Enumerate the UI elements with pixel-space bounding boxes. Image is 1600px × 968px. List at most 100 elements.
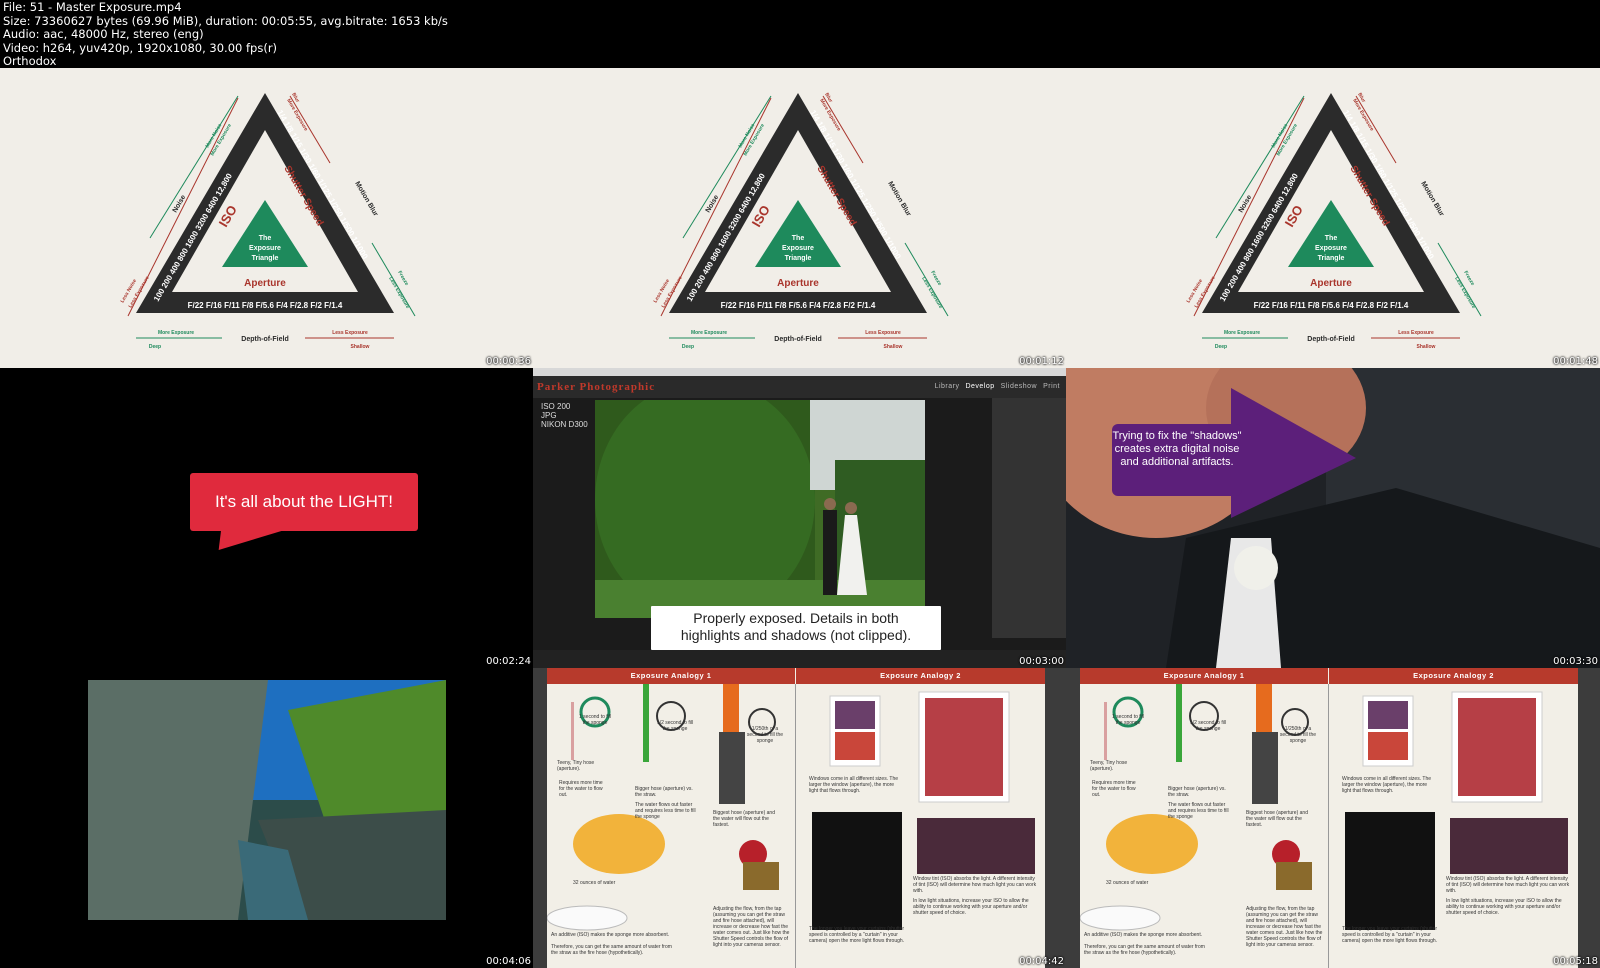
lightroom-identity-plate: Parker Photographic bbox=[537, 381, 656, 393]
analogy-text-16: The longer you leave your curtains (shut… bbox=[809, 926, 905, 944]
lightroom-module-picker: Library Develop Slideshow Print bbox=[929, 383, 1060, 390]
timestamp: 00:02:24 bbox=[486, 656, 531, 667]
thumbnail-exposure-triangle-1[interactable]: The Exposure Triangle 100 200 400 800 16… bbox=[0, 68, 533, 368]
timestamp: 00:05:18 bbox=[1553, 956, 1598, 967]
center-line-2: Exposure bbox=[782, 245, 814, 252]
aperture-label: Aperture bbox=[777, 278, 819, 289]
exposure-triangle-diagram: The Exposure Triangle 100 200 400 800 16… bbox=[0, 68, 533, 368]
analogy-page: Exposure Analogy 1 Exposure Analogy 2 1 … bbox=[547, 668, 1045, 968]
caption-line-2: highlights and shadows (not clipped). bbox=[680, 627, 912, 643]
analogy-1-heading: Exposure Analogy 1 bbox=[547, 668, 795, 684]
module-develop[interactable]: Develop bbox=[965, 383, 994, 390]
purple-callout: Trying to fix the "shadows" creates extr… bbox=[1112, 424, 1242, 496]
analogy-text-10: Adjusting the flow, from the tap (assumi… bbox=[1246, 906, 1323, 948]
audio-line: Audio: aac, 48000 Hz, stereo (eng) bbox=[3, 27, 204, 42]
module-print[interactable]: Print bbox=[1043, 383, 1060, 390]
more-exposure-bottom: More Exposure bbox=[1224, 330, 1260, 336]
depth-of-field-label: Depth-of-Field bbox=[774, 336, 821, 343]
thumbnail-exposure-triangle-3[interactable]: The Exposure Triangle 100 200 400 800 16… bbox=[1066, 68, 1600, 368]
analogy-text-2: 1/2 second to fill the sponge bbox=[1189, 720, 1227, 732]
analogy-text-7: The water flows out faster and requires … bbox=[635, 802, 696, 820]
analogy-illustrations bbox=[547, 684, 1035, 931]
speech-bubble: It's all about the LIGHT! bbox=[190, 473, 418, 531]
analogy-text-11: An additive (ISO) makes the sponge more … bbox=[1084, 932, 1203, 938]
analogy-text-12: Therefore, you can get the same amount o… bbox=[551, 944, 672, 956]
more-exposure-bottom: More Exposure bbox=[158, 330, 194, 336]
analogy-text-15: In low light situations, increase your I… bbox=[913, 898, 1029, 916]
timestamp: 00:03:30 bbox=[1553, 656, 1598, 667]
module-library[interactable]: Library bbox=[935, 383, 960, 390]
thumbnail-wedding-kiss[interactable]: Trying to fix the "shadows" creates extr… bbox=[1066, 368, 1600, 668]
timestamp: 00:01:48 bbox=[1553, 356, 1598, 367]
timestamp: 00:01:12 bbox=[1019, 356, 1064, 367]
analogy-text-5: Requires more time for the water to flow… bbox=[559, 780, 603, 798]
analogy-text-5: Requires more time for the water to flow… bbox=[1092, 780, 1136, 798]
aperture-label: Aperture bbox=[1310, 278, 1352, 289]
center-line-3: Triangle bbox=[785, 255, 812, 262]
wedding-photo bbox=[595, 400, 925, 618]
analogy-text-7: The water flows out faster and requires … bbox=[1168, 802, 1229, 820]
analogy-text-14: Window tint (ISO) absorbs the light. A d… bbox=[1446, 876, 1570, 894]
center-line-3: Triangle bbox=[1318, 255, 1345, 262]
exposure-triangle-diagram: The Exposure Triangle 100 200 400 800 16… bbox=[533, 68, 1066, 368]
analogy-2-heading: Exposure Analogy 2 bbox=[796, 668, 1045, 684]
analogy-text-13: Windows come in all different sizes. The… bbox=[809, 776, 899, 794]
aperture-label: Aperture bbox=[244, 278, 286, 289]
bubble-tail bbox=[208, 528, 292, 550]
analogy-text-6: Bigger hose (aperture) vs. the straw. bbox=[1168, 786, 1226, 798]
analogy-text-14: Window tint (ISO) absorbs the light. A d… bbox=[913, 876, 1037, 894]
center-line-2: Exposure bbox=[249, 245, 281, 252]
size-line: Size: 73360627 bytes (69.96 MiB), durati… bbox=[3, 13, 448, 28]
analogy-text-8: Biggest hose (aperture) and the water wi… bbox=[713, 810, 775, 828]
aperture-values: F/22 F/16 F/11 F/8 F/5.6 F/4 F/2.8 F/2 F… bbox=[721, 301, 876, 310]
analogy-text-3: 1/250th of a second to fill the sponge bbox=[746, 726, 784, 744]
analogy-text-4: Teeny, Tiny hose (aperture). bbox=[557, 760, 595, 772]
module-slideshow[interactable]: Slideshow bbox=[1001, 383, 1037, 390]
analogy-text-1: 1 second to fill the sponge bbox=[1112, 714, 1144, 726]
iso-info: ISO 200 bbox=[541, 402, 571, 411]
format-info: JPG bbox=[541, 411, 557, 420]
shallow-label: Shallow bbox=[351, 344, 370, 350]
analogy-text-3: 1/250th of a second to fill the sponge bbox=[1279, 726, 1317, 744]
thumbnail-exposure-triangle-2[interactable]: The Exposure Triangle 100 200 400 800 16… bbox=[533, 68, 1066, 368]
less-exposure-bottom: Less Exposure bbox=[332, 330, 368, 336]
timestamp: 00:03:00 bbox=[1019, 656, 1064, 667]
analogy-text-12: Therefore, you can get the same amount o… bbox=[1084, 944, 1205, 956]
depth-of-field-label: Depth-of-Field bbox=[1307, 336, 1354, 343]
thumbnail-exposure-analogy-2[interactable]: Exposure Analogy 1 Exposure Analogy 2 1 … bbox=[1066, 668, 1600, 968]
analogy-illustrations bbox=[1080, 684, 1568, 931]
analogy-text-11: An additive (ISO) makes the sponge more … bbox=[551, 932, 670, 938]
center-line-1: The bbox=[259, 235, 272, 242]
author-line: Orthodox bbox=[3, 54, 57, 69]
thumbnail-gorge[interactable]: 00:04:06 bbox=[0, 668, 533, 968]
thumbnail-exposure-analogy-1[interactable]: Exposure Analogy 1 Exposure Analogy 2 1 … bbox=[533, 668, 1066, 968]
analogy-text-2: 1/2 second to fill the sponge bbox=[656, 720, 694, 732]
analogy-page: Exposure Analogy 1 Exposure Analogy 2 1 … bbox=[1080, 668, 1578, 968]
deep-label: Deep bbox=[682, 344, 694, 350]
deep-label: Deep bbox=[1215, 344, 1227, 350]
analogy-text-6: Bigger hose (aperture) vs. the straw. bbox=[635, 786, 693, 798]
caption-box: Properly exposed. Details in both highli… bbox=[651, 606, 941, 650]
camera-info: NIKON D300 bbox=[541, 420, 588, 429]
analogy-text-4: Teeny, Tiny hose (aperture). bbox=[1090, 760, 1128, 772]
analogy-text-16: The longer you leave your curtains (shut… bbox=[1342, 926, 1438, 944]
timestamp: 00:04:06 bbox=[486, 956, 531, 967]
filmstrip[interactable] bbox=[533, 650, 1066, 668]
analogy-2-heading: Exposure Analogy 2 bbox=[1329, 668, 1578, 684]
video-info-header: File: 51 - Master Exposure.mp4 Size: 733… bbox=[0, 0, 1600, 68]
deep-label: Deep bbox=[149, 344, 161, 350]
caption-line-1: Properly exposed. Details in both bbox=[693, 610, 899, 626]
analogy-1-heading: Exposure Analogy 1 bbox=[1080, 668, 1328, 684]
thumbnail-lightroom[interactable]: Parker Photographic Library Develop Slides… bbox=[533, 368, 1066, 668]
thumbnail-light-bubble[interactable]: It's all about the LIGHT! 00:02:24 bbox=[0, 368, 533, 668]
center-line-1: The bbox=[1325, 235, 1338, 242]
exposure-triangle-diagram: The Exposure Triangle 100 200 400 800 16… bbox=[1066, 68, 1599, 368]
develop-panel[interactable] bbox=[992, 398, 1066, 638]
shallow-label: Shallow bbox=[884, 344, 903, 350]
analogy-text-8: Biggest hose (aperture) and the water wi… bbox=[1246, 810, 1308, 828]
timestamp: 00:04:42 bbox=[1019, 956, 1064, 967]
center-line-1: The bbox=[792, 235, 805, 242]
video-line: Video: h264, yuv420p, 1920x1080, 30.00 f… bbox=[3, 40, 278, 55]
depth-of-field-label: Depth-of-Field bbox=[241, 336, 288, 343]
aperture-values: F/22 F/16 F/11 F/8 F/5.6 F/4 F/2.8 F/2 F… bbox=[188, 301, 343, 310]
